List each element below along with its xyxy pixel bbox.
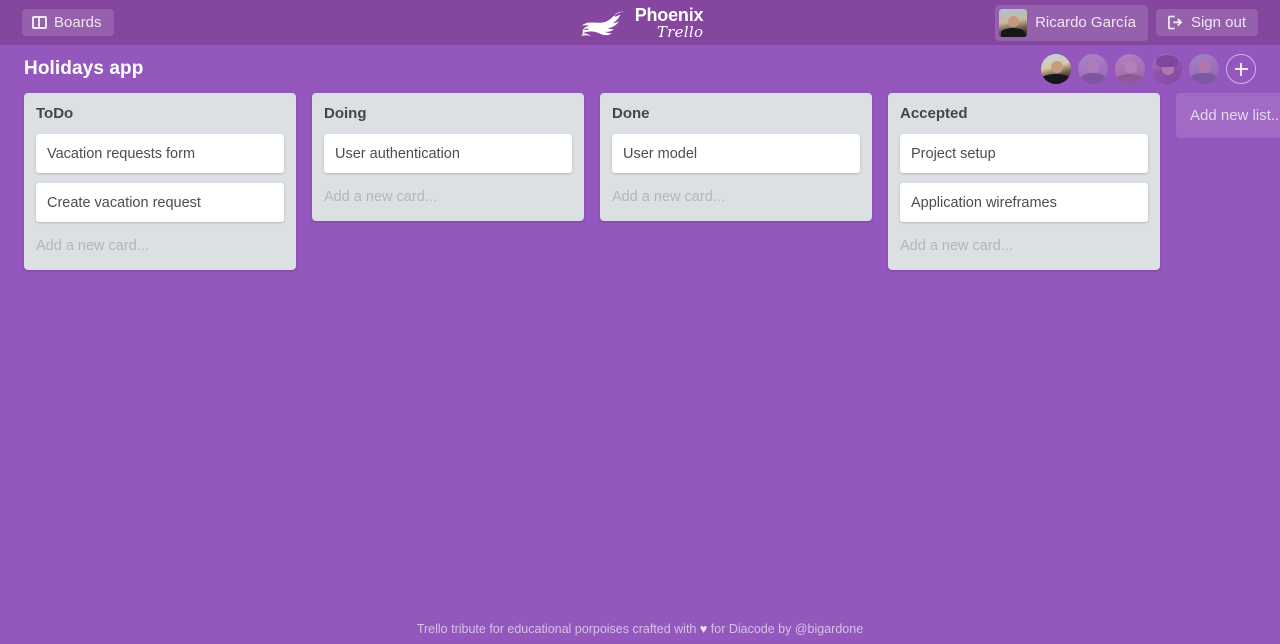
top-header: Boards Phoenix Trello Ricardo García Sig… bbox=[0, 0, 1280, 45]
board-members bbox=[1041, 54, 1256, 84]
app-logo: Phoenix Trello bbox=[577, 6, 704, 40]
page-footer: Trello tribute for educational porpoises… bbox=[0, 622, 1280, 636]
card[interactable]: Application wireframes bbox=[900, 183, 1148, 222]
sign-out-button[interactable]: Sign out bbox=[1155, 9, 1258, 36]
board-member-avatar-2[interactable] bbox=[1078, 54, 1108, 84]
board-member-avatar-4[interactable] bbox=[1152, 54, 1182, 84]
current-user-name: Ricardo García bbox=[1035, 14, 1136, 31]
user-avatar bbox=[999, 8, 1028, 37]
board-canvas: ToDo Vacation requests form Create vacat… bbox=[0, 93, 1280, 644]
logo-phoenix-text: Phoenix bbox=[634, 4, 704, 25]
add-new-list-panel[interactable]: Add new list... bbox=[1176, 93, 1280, 138]
footer-text-after: for Diacode by @bigardone bbox=[710, 622, 864, 636]
sign-out-icon bbox=[1167, 15, 1183, 30]
heart-icon: ♥ bbox=[699, 622, 708, 636]
card[interactable]: Create vacation request bbox=[36, 183, 284, 222]
list-title[interactable]: Doing bbox=[324, 103, 572, 134]
board-member-avatar-1[interactable] bbox=[1041, 54, 1071, 84]
add-card-button[interactable]: Add a new card... bbox=[324, 183, 572, 213]
board-title: Holidays app bbox=[24, 58, 144, 79]
boards-button-label: Boards bbox=[54, 14, 102, 31]
board-list-accepted: Accepted Project setup Application wiref… bbox=[888, 93, 1160, 270]
add-card-button[interactable]: Add a new card... bbox=[900, 232, 1148, 262]
plus-icon bbox=[1234, 62, 1248, 76]
board-member-avatar-5[interactable] bbox=[1189, 54, 1219, 84]
sign-out-label: Sign out bbox=[1190, 14, 1246, 31]
header-left-group: Boards bbox=[22, 9, 114, 36]
add-card-button[interactable]: Add a new card... bbox=[612, 183, 860, 213]
phoenix-bird-icon bbox=[581, 11, 625, 36]
boards-button[interactable]: Boards bbox=[22, 9, 114, 36]
add-new-list-label: Add new list... bbox=[1190, 107, 1280, 124]
board-list-doing: Doing User authentication Add a new card… bbox=[312, 93, 584, 221]
card[interactable]: Project setup bbox=[900, 134, 1148, 173]
current-user-chip[interactable]: Ricardo García bbox=[995, 4, 1148, 41]
add-member-button[interactable] bbox=[1226, 54, 1256, 84]
card[interactable]: User model bbox=[612, 134, 860, 173]
logo-trello-text: Trello bbox=[656, 22, 704, 41]
header-right-group: Ricardo García Sign out bbox=[995, 4, 1258, 41]
board-columns-icon bbox=[32, 16, 47, 29]
list-title[interactable]: Accepted bbox=[900, 103, 1148, 134]
board-list-todo: ToDo Vacation requests form Create vacat… bbox=[24, 93, 296, 270]
list-title[interactable]: ToDo bbox=[36, 103, 284, 134]
add-card-button[interactable]: Add a new card... bbox=[36, 232, 284, 262]
card[interactable]: User authentication bbox=[324, 134, 572, 173]
footer-text-before: Trello tribute for educational porpoises… bbox=[416, 622, 697, 636]
board-list-done: Done User model Add a new card... bbox=[600, 93, 872, 221]
board-member-avatar-3[interactable] bbox=[1115, 54, 1145, 84]
card[interactable]: Vacation requests form bbox=[36, 134, 284, 173]
board-header: Holidays app bbox=[0, 45, 1280, 93]
list-title[interactable]: Done bbox=[612, 103, 860, 134]
logo-text: Phoenix Trello bbox=[635, 6, 704, 40]
